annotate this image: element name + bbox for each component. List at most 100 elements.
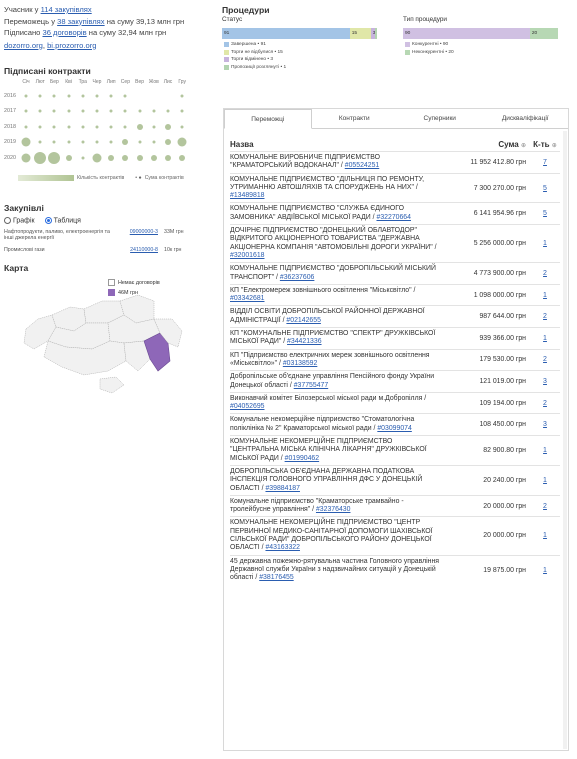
contract-dot[interactable] xyxy=(109,94,113,97)
winner-count-link[interactable]: 7 xyxy=(543,159,547,166)
winner-count-link[interactable]: 3 xyxy=(543,378,547,385)
bar-segment[interactable]: 1 xyxy=(374,28,377,39)
contract-dot[interactable] xyxy=(123,94,127,97)
contract-dot[interactable] xyxy=(52,109,56,113)
winner-code-link[interactable]: #03099074 xyxy=(377,425,412,432)
contract-dot[interactable] xyxy=(180,125,184,128)
chart-view-radio[interactable]: Графік xyxy=(4,216,35,224)
contract-dot[interactable] xyxy=(109,125,113,128)
contract-dot[interactable] xyxy=(152,140,156,144)
contract-dot[interactable] xyxy=(138,140,142,144)
contract-dot[interactable] xyxy=(21,153,31,162)
contract-dot[interactable] xyxy=(24,109,28,113)
winner-code-link[interactable]: #32001618 xyxy=(230,252,265,259)
winner-count-link[interactable]: 1 xyxy=(543,567,547,574)
winner-code-link[interactable]: #38176455 xyxy=(259,574,294,581)
contract-dot[interactable] xyxy=(81,109,85,113)
scrollbar[interactable] xyxy=(563,131,567,749)
contract-dot[interactable] xyxy=(180,94,184,97)
contract-dot[interactable] xyxy=(67,94,71,97)
bar-segment[interactable]: 90 xyxy=(403,28,530,39)
contract-dot[interactable] xyxy=(123,109,127,113)
contract-dot[interactable] xyxy=(67,140,71,144)
contract-dot[interactable] xyxy=(165,139,171,145)
contract-dot[interactable] xyxy=(95,125,99,128)
contract-dot[interactable] xyxy=(166,109,170,113)
contract-dot[interactable] xyxy=(165,123,171,130)
winner-code-link[interactable]: #01990462 xyxy=(285,455,320,462)
winner-count-link[interactable]: 1 xyxy=(543,532,547,539)
contract-dot[interactable] xyxy=(95,109,99,113)
contract-dot[interactable] xyxy=(38,125,42,128)
tenders-participated-link[interactable]: 114 закупівлях xyxy=(41,5,92,14)
winner-count-link[interactable]: 2 xyxy=(543,503,547,510)
contract-dot[interactable] xyxy=(136,154,143,161)
tab-winners[interactable]: Переможці xyxy=(224,109,312,129)
contract-dot[interactable] xyxy=(179,154,186,161)
contract-dot[interactable] xyxy=(24,94,28,97)
contract-dot[interactable] xyxy=(52,140,56,144)
winner-count-link[interactable]: 1 xyxy=(543,292,547,299)
contract-dot[interactable] xyxy=(177,137,187,147)
contract-dot[interactable] xyxy=(21,137,31,147)
sort-icon[interactable]: ⊕ xyxy=(521,143,526,149)
contract-dot[interactable] xyxy=(67,109,71,113)
winner-code-link[interactable]: #13489818 xyxy=(230,192,265,199)
contract-dot[interactable] xyxy=(123,125,127,128)
winner-count-link[interactable]: 1 xyxy=(543,335,547,342)
winner-code-link[interactable]: #03342681 xyxy=(230,295,265,302)
contract-dot[interactable] xyxy=(180,109,184,113)
contract-dot[interactable] xyxy=(38,140,42,144)
contract-dot[interactable] xyxy=(24,125,28,128)
tab-competitors[interactable]: Суперники xyxy=(397,109,483,128)
winner-code-link[interactable]: #39884187 xyxy=(265,485,300,492)
contract-dot[interactable] xyxy=(81,125,85,128)
contract-dot[interactable] xyxy=(52,125,56,128)
winner-count-link[interactable]: 1 xyxy=(543,240,547,247)
winner-count-link[interactable]: 5 xyxy=(543,185,547,192)
winner-count-link[interactable]: 1 xyxy=(543,477,547,484)
tab-contracts[interactable]: Контракти xyxy=(312,109,398,128)
winner-count-link[interactable]: 5 xyxy=(543,210,547,217)
category-code-link[interactable]: 09000000-3 xyxy=(112,229,164,242)
contract-dot[interactable] xyxy=(136,123,143,130)
contract-dot[interactable] xyxy=(122,154,129,161)
col-count-header[interactable]: К-ть ⊕ xyxy=(530,140,560,149)
winner-code-link[interactable]: #05524251 xyxy=(345,162,380,169)
contract-dot[interactable] xyxy=(38,109,42,113)
winner-count-link[interactable]: 1 xyxy=(543,447,547,454)
winner-code-link[interactable]: #02142655 xyxy=(286,317,321,324)
contract-dot[interactable] xyxy=(138,109,142,113)
tab-disqualifications[interactable]: Дискваліфікації xyxy=(483,109,569,128)
contract-dot[interactable] xyxy=(81,140,85,144)
winner-code-link[interactable]: #32270664 xyxy=(376,214,411,221)
winner-count-link[interactable]: 2 xyxy=(543,356,547,363)
contract-dot[interactable] xyxy=(152,109,156,113)
winner-count-link[interactable]: 2 xyxy=(543,400,547,407)
winner-code-link[interactable]: #04052695 xyxy=(230,403,265,410)
bar-segment[interactable]: 15 xyxy=(349,28,371,39)
winner-count-link[interactable]: 3 xyxy=(543,421,547,428)
bar-segment[interactable]: 91 xyxy=(222,28,350,39)
map-region-crimea[interactable] xyxy=(99,377,125,394)
bi-prozorro-link[interactable]: bi.prozorro.org xyxy=(47,41,96,50)
contract-dot[interactable] xyxy=(165,154,171,161)
contract-dot[interactable] xyxy=(95,94,99,97)
winner-code-link[interactable]: #36237606 xyxy=(280,274,315,281)
table-view-radio[interactable]: Таблиця xyxy=(44,216,81,224)
bar-segment[interactable]: 20 xyxy=(529,28,558,39)
tenders-won-link[interactable]: 38 закупівлях xyxy=(57,17,104,26)
contract-dot[interactable] xyxy=(108,154,115,161)
contract-dot[interactable] xyxy=(38,94,42,97)
contracts-signed-link[interactable]: 36 договорів xyxy=(42,28,86,37)
contract-dot[interactable] xyxy=(95,140,99,144)
sort-icon[interactable]: ⊕ xyxy=(552,143,557,149)
winner-count-link[interactable]: 2 xyxy=(543,313,547,320)
winner-code-link[interactable]: #37755477 xyxy=(294,382,329,389)
col-sum-header[interactable]: Сума ⊕ xyxy=(440,140,530,149)
winner-code-link[interactable]: #43163322 xyxy=(265,544,300,551)
dozorro-link[interactable]: dozorro.org xyxy=(4,41,43,50)
winner-code-link[interactable]: #32376430 xyxy=(316,506,351,513)
contract-dot[interactable] xyxy=(34,151,47,164)
col-name-header[interactable]: Назва xyxy=(230,140,440,149)
